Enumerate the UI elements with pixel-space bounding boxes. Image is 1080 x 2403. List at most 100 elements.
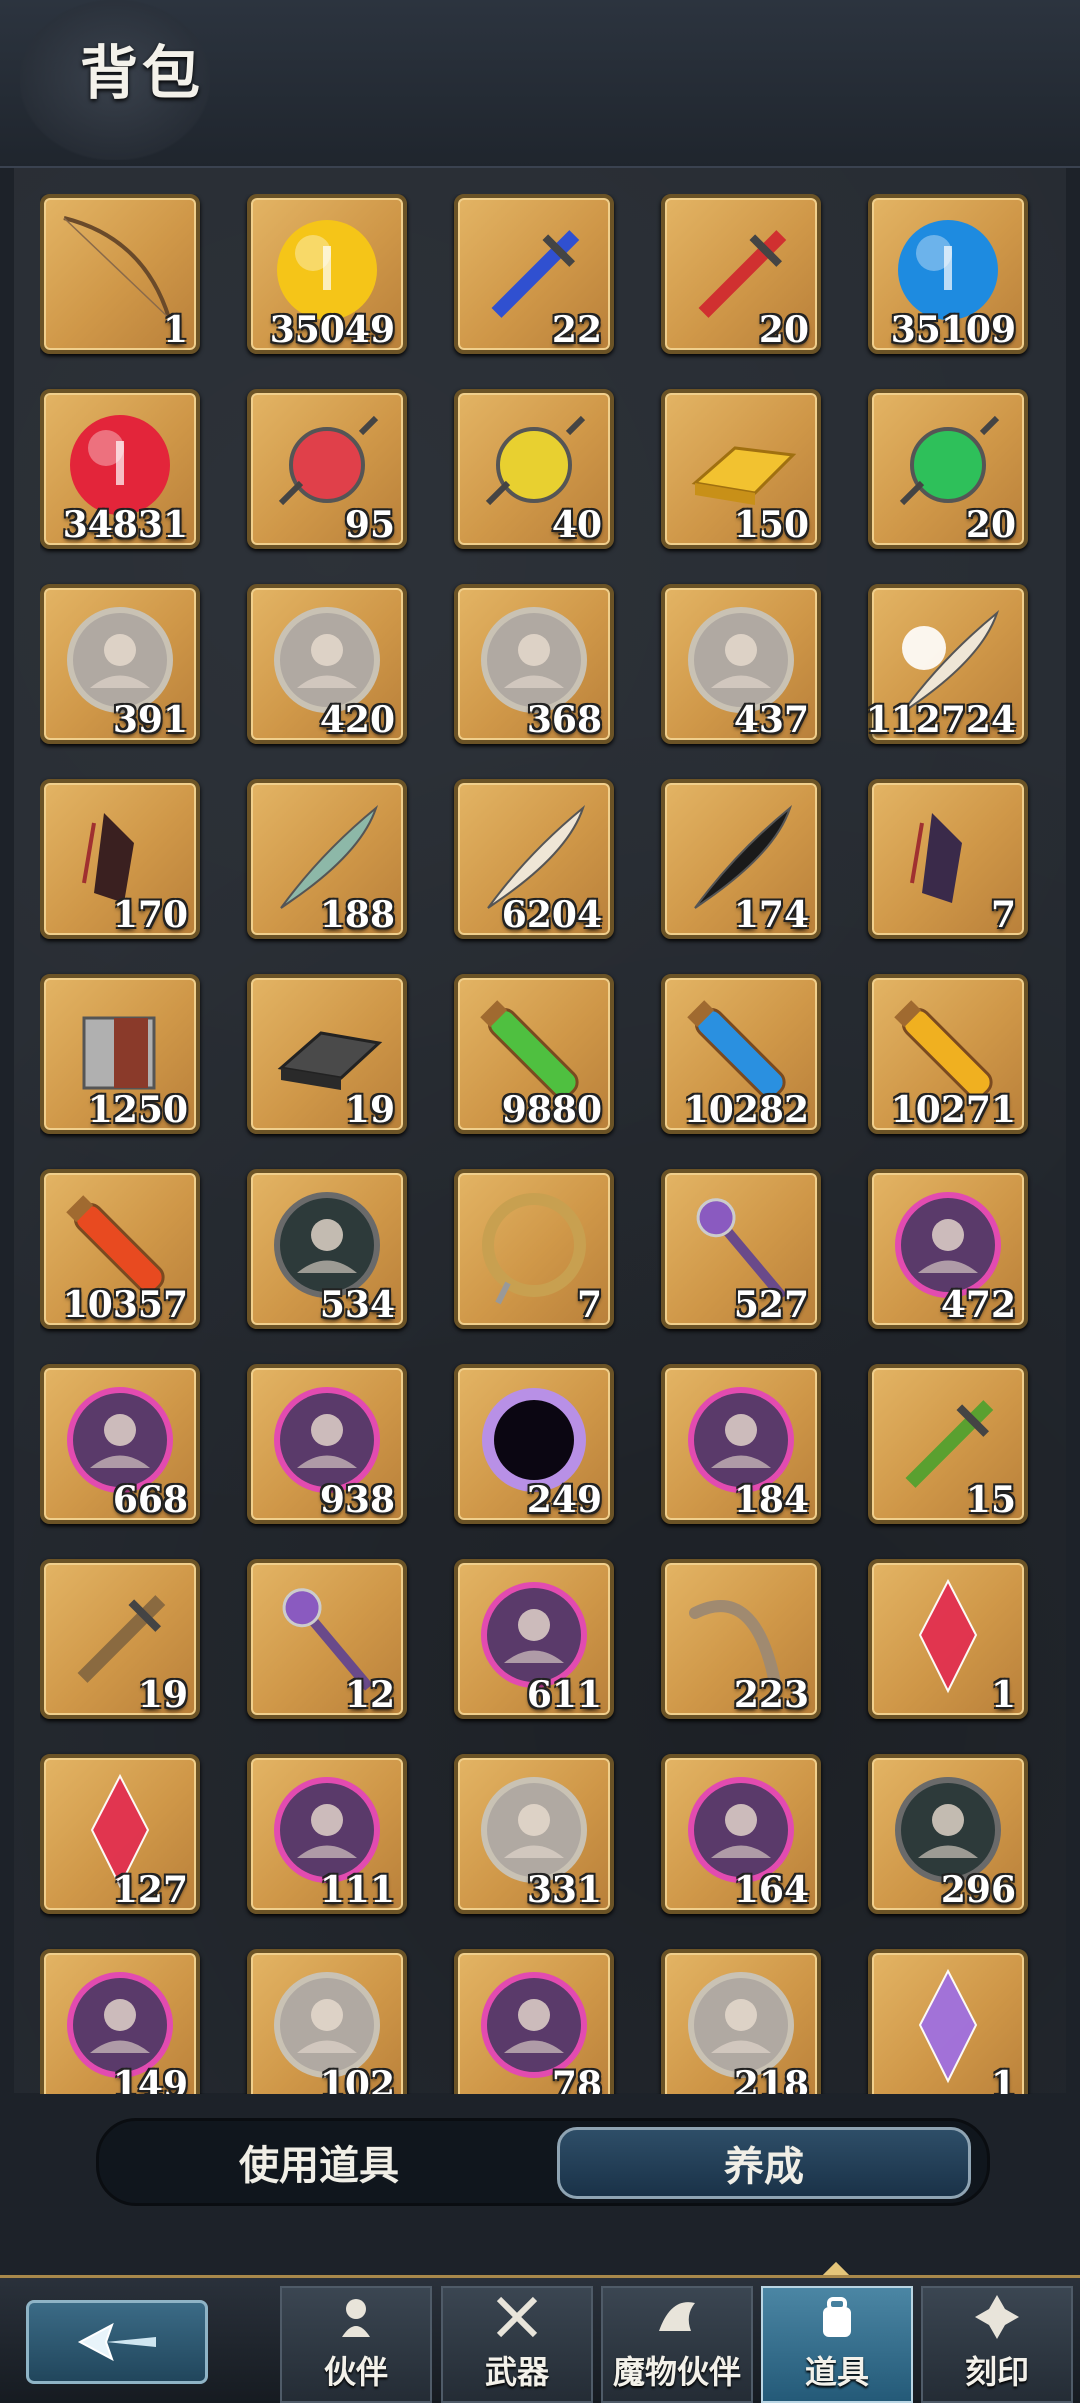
item-count: 150 bbox=[733, 504, 809, 546]
inventory-slot[interactable]: 35049 bbox=[247, 194, 407, 354]
inventory-slot[interactable]: 9880 bbox=[454, 974, 614, 1134]
item-count: 10282 bbox=[683, 1089, 809, 1131]
action-bar: 使用道具 养成 bbox=[96, 2118, 990, 2206]
inventory-slot[interactable]: 223 bbox=[661, 1559, 821, 1719]
inventory-slot[interactable]: 10357 bbox=[40, 1169, 200, 1329]
item-count: 9880 bbox=[501, 1089, 602, 1131]
inventory-slot[interactable]: 1 bbox=[868, 1559, 1028, 1719]
item-count: 112724 bbox=[865, 699, 1016, 741]
bag-icon bbox=[823, 2297, 851, 2337]
inventory-slot[interactable]: 10282 bbox=[661, 974, 821, 1134]
item-count: 95 bbox=[344, 504, 395, 546]
inventory-slot[interactable]: 40 bbox=[454, 389, 614, 549]
inventory-slot[interactable]: 1 bbox=[868, 1949, 1028, 2094]
monster-icon bbox=[659, 2302, 695, 2331]
inventory-slot[interactable]: 7 bbox=[868, 779, 1028, 939]
inventory-slot[interactable]: 1250 bbox=[40, 974, 200, 1134]
inventory-slot[interactable]: 127 bbox=[40, 1754, 200, 1914]
tab-seal[interactable]: 刻印 bbox=[921, 2286, 1073, 2403]
inventory-slot[interactable]: 331 bbox=[454, 1754, 614, 1914]
inventory-slot[interactable]: 34831 bbox=[40, 389, 200, 549]
item-count: 174 bbox=[733, 894, 809, 936]
inventory-slot[interactable]: 6204 bbox=[454, 779, 614, 939]
bottom-nav: 伙伴 武器 魔物伙伴 道具 刻印 bbox=[0, 2275, 1080, 2403]
item-count: 164 bbox=[733, 1869, 809, 1911]
inventory-slot[interactable]: 218 bbox=[661, 1949, 821, 2094]
inventory-slot[interactable]: 150 bbox=[661, 389, 821, 549]
crossed-swords-icon bbox=[496, 2296, 538, 2338]
seal-icon bbox=[975, 2295, 1019, 2339]
inventory-slot[interactable]: 15 bbox=[868, 1364, 1028, 1524]
inventory-slot[interactable]: 164 bbox=[661, 1754, 821, 1914]
inventory-slot[interactable]: 112724 bbox=[865, 584, 1028, 744]
item-count: 668 bbox=[112, 1479, 188, 1521]
inventory-slot[interactable]: 391 bbox=[40, 584, 200, 744]
item-count: 1 bbox=[990, 1674, 1016, 1716]
inventory-slot[interactable]: 12 bbox=[247, 1559, 407, 1719]
item-count: 149 bbox=[112, 2064, 188, 2094]
tab-label: 武器 bbox=[484, 2353, 549, 2391]
upgrade-button[interactable]: 养成 bbox=[557, 2127, 971, 2199]
item-count: 296 bbox=[940, 1869, 1016, 1911]
inventory-slot[interactable]: 611 bbox=[454, 1559, 614, 1719]
inventory-slot[interactable]: 296 bbox=[868, 1754, 1028, 1914]
tab-label: 刻印 bbox=[964, 2353, 1029, 2391]
item-count: 184 bbox=[733, 1479, 809, 1521]
item-count: 20 bbox=[965, 504, 1016, 546]
tab-partner[interactable]: 伙伴 bbox=[280, 2286, 432, 2403]
inventory-slot[interactable]: 35109 bbox=[868, 194, 1028, 354]
inventory-slot[interactable]: 437 bbox=[661, 584, 821, 744]
inventory-slot[interactable]: 368 bbox=[454, 584, 614, 744]
inventory-slot[interactable]: 20 bbox=[661, 194, 821, 354]
back-button[interactable] bbox=[26, 2300, 208, 2384]
inventory-slot[interactable]: 22 bbox=[454, 194, 614, 354]
inventory-slot[interactable]: 938 bbox=[247, 1364, 407, 1524]
inventory-slot[interactable]: 95 bbox=[247, 389, 407, 549]
item-count: 19 bbox=[137, 1674, 188, 1716]
item-count: 35049 bbox=[269, 309, 395, 351]
inventory-slot[interactable]: 78 bbox=[454, 1949, 614, 2094]
item-count: 7 bbox=[576, 1284, 602, 1326]
inventory-slot[interactable]: 10271 bbox=[868, 974, 1028, 1134]
item-count: 1250 bbox=[87, 1089, 188, 1131]
item-count: 170 bbox=[112, 894, 188, 936]
back-arrow-icon bbox=[77, 2322, 156, 2362]
header: 背包 bbox=[0, 0, 1080, 168]
tab-label: 道具 bbox=[804, 2353, 869, 2391]
item-count: 223 bbox=[733, 1674, 809, 1716]
item-count: 437 bbox=[733, 699, 809, 741]
inventory-slot[interactable]: 527 bbox=[661, 1169, 821, 1329]
item-count: 472 bbox=[940, 1284, 1016, 1326]
item-count: 368 bbox=[526, 699, 602, 741]
inventory-slot[interactable]: 534 bbox=[247, 1169, 407, 1329]
inventory-slot[interactable]: 668 bbox=[40, 1364, 200, 1524]
inventory-slot[interactable]: 102 bbox=[247, 1949, 407, 2094]
inventory-slot[interactable]: 249 bbox=[454, 1364, 614, 1524]
item-count: 12 bbox=[344, 1674, 395, 1716]
inventory-slot[interactable]: 7 bbox=[454, 1169, 614, 1329]
inventory-slot[interactable]: 19 bbox=[40, 1559, 200, 1719]
inventory-slot[interactable]: 420 bbox=[247, 584, 407, 744]
inventory-slot[interactable]: 111 bbox=[247, 1754, 407, 1914]
inventory-slot[interactable]: 472 bbox=[868, 1169, 1028, 1329]
item-count: 391 bbox=[112, 699, 188, 741]
tab-label: 伙伴 bbox=[323, 2353, 388, 2391]
item-count: 127 bbox=[112, 1869, 188, 1911]
inventory-slot[interactable]: 184 bbox=[661, 1364, 821, 1524]
use-item-button[interactable]: 使用道具 bbox=[99, 2121, 539, 2203]
inventory-slot[interactable]: 1 bbox=[40, 194, 200, 354]
tab-crossed-swords[interactable]: 武器 bbox=[441, 2286, 593, 2403]
item-count: 938 bbox=[319, 1479, 395, 1521]
tab-monster[interactable]: 魔物伙伴 bbox=[601, 2286, 753, 2403]
item-count: 1 bbox=[990, 2064, 1016, 2094]
inventory-slot[interactable]: 19 bbox=[247, 974, 407, 1134]
item-count: 534 bbox=[319, 1284, 395, 1326]
inventory-grid[interactable]: 1 35049 22 20 35109 34831 95 40 150 20 391 420 36… bbox=[40, 194, 1050, 2094]
inventory-slot[interactable]: 170 bbox=[40, 779, 200, 939]
inventory-slot[interactable]: 174 bbox=[661, 779, 821, 939]
inventory-slot[interactable]: 20 bbox=[868, 389, 1028, 549]
inventory-slot[interactable]: 149 bbox=[40, 1949, 200, 2094]
item-count: 34831 bbox=[62, 504, 188, 546]
inventory-slot[interactable]: 188 bbox=[247, 779, 407, 939]
tab-bag[interactable]: 道具 bbox=[761, 2286, 913, 2403]
